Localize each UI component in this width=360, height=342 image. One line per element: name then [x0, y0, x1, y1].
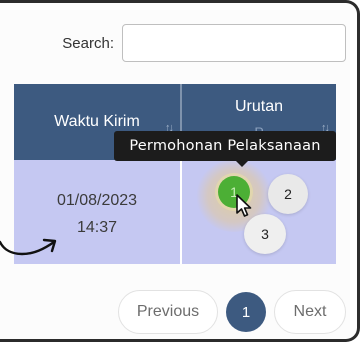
- mouse-pointer-icon: [236, 194, 252, 217]
- search-input[interactable]: [122, 24, 346, 62]
- page-button-1[interactable]: 1: [226, 292, 266, 332]
- column-header-label: Urutan: [234, 98, 284, 115]
- search-row: Search:: [62, 24, 346, 62]
- hand-drawn-arrow-icon: [0, 238, 57, 256]
- column-header-label: Waktu Kirim: [54, 113, 140, 130]
- search-label: Search:: [62, 34, 114, 52]
- previous-button[interactable]: Previous: [118, 290, 218, 334]
- cell-date: 01/08/2023: [56, 192, 138, 209]
- tooltip: Permohonan Pelaksanaan: [114, 131, 336, 167]
- next-button[interactable]: Next: [274, 290, 346, 334]
- step-badge-3[interactable]: 3: [244, 214, 286, 254]
- pagination: Previous 1 Next: [118, 290, 346, 334]
- step-badge-2[interactable]: 2: [268, 174, 308, 214]
- cell-time: 14:37: [76, 219, 118, 236]
